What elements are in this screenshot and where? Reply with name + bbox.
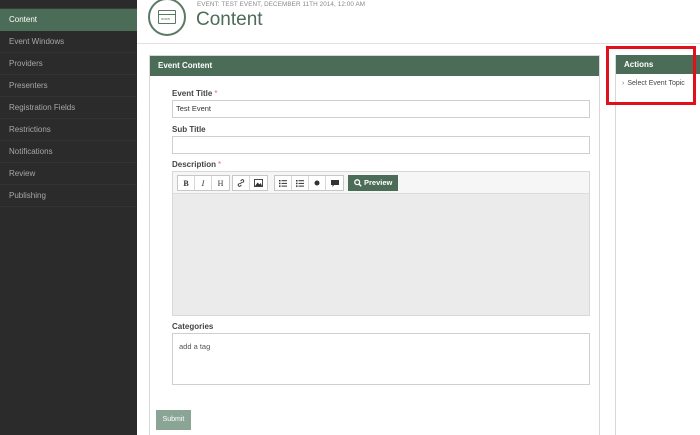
circle-icon[interactable] xyxy=(309,176,326,190)
preview-button-label: Preview xyxy=(364,178,393,187)
header-divider xyxy=(137,43,700,44)
preview-button[interactable]: Preview xyxy=(348,175,399,191)
description-editor-area[interactable] xyxy=(173,194,589,315)
sidebar-item-registration-fields[interactable]: Registration Fields xyxy=(0,97,137,119)
sidebar: Content Event Windows Providers Presente… xyxy=(0,0,137,435)
submit-button[interactable]: Submit xyxy=(156,410,191,430)
image-icon[interactable] xyxy=(250,176,267,190)
highlight-box xyxy=(606,46,696,105)
text-format-group: B I H xyxy=(177,175,230,191)
description-editor: B I H Preview xyxy=(172,171,590,316)
categories-tag-input[interactable]: add a tag xyxy=(172,333,590,385)
description-label: Description * xyxy=(172,160,221,169)
browser-window-icon-text: www xyxy=(161,16,171,21)
sidebar-item-presenters[interactable]: Presenters xyxy=(0,75,137,97)
sidebar-item-notifications[interactable]: Notifications xyxy=(0,141,137,163)
categories-placeholder: add a tag xyxy=(179,342,211,351)
event-title-label-text: Event Title xyxy=(172,89,213,98)
numbered-list-icon[interactable] xyxy=(292,176,309,190)
link-icon[interactable] xyxy=(233,176,250,190)
bullet-list-icon[interactable] xyxy=(275,176,292,190)
required-mark: * xyxy=(214,89,218,98)
required-mark: * xyxy=(218,160,222,169)
sidebar-item-content[interactable]: Content xyxy=(0,9,137,31)
sidebar-item-publishing[interactable]: Publishing xyxy=(0,185,137,207)
event-title-input[interactable]: Test Event xyxy=(172,100,590,118)
bold-button[interactable]: B xyxy=(178,176,195,190)
sidebar-item-event-windows[interactable]: Event Windows xyxy=(0,31,137,53)
sub-title-input[interactable] xyxy=(172,136,590,154)
sidebar-item-restrictions[interactable]: Restrictions xyxy=(0,119,137,141)
browser-window-icon: www xyxy=(148,0,186,36)
sidebar-item-review[interactable]: Review xyxy=(0,163,137,185)
event-info-line: EVENT: TEST EVENT, DECEMBER 11TH 2014, 1… xyxy=(197,1,366,8)
sub-title-label: Sub Title xyxy=(172,125,206,134)
event-content-panel-title: Event Content xyxy=(150,56,599,76)
event-content-panel: Event Content Event Title * Test Event Su… xyxy=(149,55,600,435)
categories-label: Categories xyxy=(172,322,214,331)
sidebar-top-item[interactable] xyxy=(0,0,137,9)
search-icon xyxy=(354,179,362,187)
event-title-label: Event Title * xyxy=(172,89,217,98)
description-label-text: Description xyxy=(172,160,217,169)
list-group xyxy=(274,175,344,191)
comment-icon[interactable] xyxy=(326,176,343,190)
actions-panel: Actions › Select Event Topic xyxy=(615,55,700,435)
heading-button[interactable]: H xyxy=(212,176,229,190)
insert-group xyxy=(232,175,268,191)
italic-button[interactable]: I xyxy=(195,176,212,190)
editor-toolbar: B I H Preview xyxy=(173,172,589,194)
page-title: Content xyxy=(196,9,263,30)
sidebar-item-providers[interactable]: Providers xyxy=(0,53,137,75)
